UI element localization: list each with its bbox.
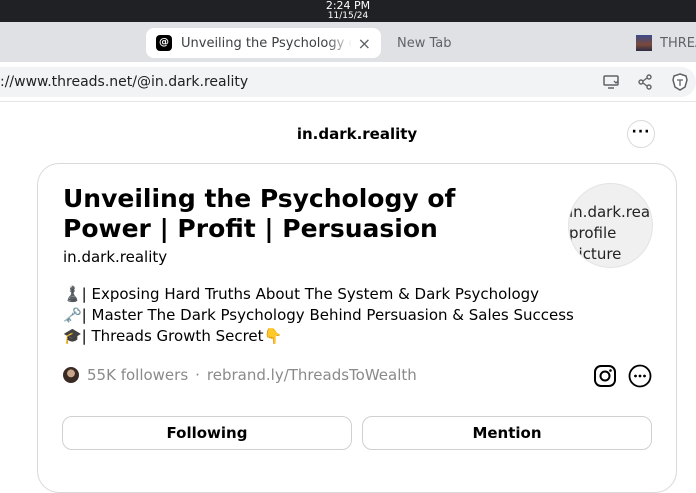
profile-card: Unveiling the Psychology of Power | Prof… — [37, 163, 677, 493]
brave-lion-icon[interactable] — [671, 73, 689, 91]
bio-line: 🗝️| Master The Dark Psychology Behind Pe… — [63, 306, 574, 324]
tab-strip: @ Unveiling the Psychology of Power | Pr… — [0, 22, 696, 62]
tab-threads-profile[interactable]: @ Unveiling the Psychology of Power | Pr… — [146, 28, 381, 58]
clock-date: 11/15/24 — [327, 11, 369, 21]
page-title: in.dark.reality — [296, 125, 418, 143]
mention-button[interactable]: Mention — [362, 416, 652, 450]
followers-count[interactable]: 55K followers — [87, 366, 188, 384]
bio-line: 🎓| Threads Growth Secret👇 — [63, 327, 283, 345]
more-icon: ··· — [631, 124, 651, 140]
profile-link[interactable]: rebrand.ly/ThreadsToWealth — [207, 366, 417, 384]
tab-title: New Tab — [397, 35, 452, 51]
profile-bio: ♟️| Exposing Hard Truths About The Syste… — [63, 284, 574, 347]
instagram-icon[interactable] — [593, 364, 617, 388]
page-header: in.dark.reality ··· — [0, 103, 696, 163]
tab-new-tab[interactable]: New Tab — [397, 28, 517, 58]
threads-icon: @ — [156, 35, 172, 51]
follower-avatar — [63, 367, 79, 383]
tab-title: THREA — [660, 35, 696, 51]
bio-line: ♟️| Exposing Hard Truths About The Syste… — [63, 285, 540, 303]
browser-toolbar: ://www.threads.net/@in.dark.reality — [0, 62, 696, 102]
tab-threads[interactable]: THREA — [636, 28, 696, 58]
separator-dot: · — [195, 366, 200, 384]
more-options-button[interactable]: ··· — [627, 120, 655, 148]
following-button[interactable]: Following — [62, 416, 352, 450]
url-text[interactable]: ://www.threads.net/@in.dark.reality — [0, 74, 248, 90]
install-app-icon[interactable] — [602, 73, 620, 91]
more-icon[interactable] — [628, 364, 652, 388]
profile-meta: 55K followers · rebrand.ly/ThreadsToWeal… — [63, 366, 417, 384]
profile-picture[interactable]: in.dark.reality's profile picture — [568, 183, 653, 268]
tab-avatar-icon — [636, 35, 652, 51]
profile-picture-alt-text: in.dark.reality's profile picture — [569, 203, 653, 263]
system-clock: 2:24 PM 11/15/24 — [0, 0, 696, 22]
profile-username: in.dark.reality — [63, 248, 168, 266]
profile-name: Unveiling the Psychology of Power | Prof… — [63, 184, 456, 243]
share-icon[interactable] — [636, 73, 654, 91]
tab-title: Unveiling the Psychology of Power | Prof… — [181, 35, 352, 51]
close-icon[interactable]: × — [358, 34, 371, 53]
